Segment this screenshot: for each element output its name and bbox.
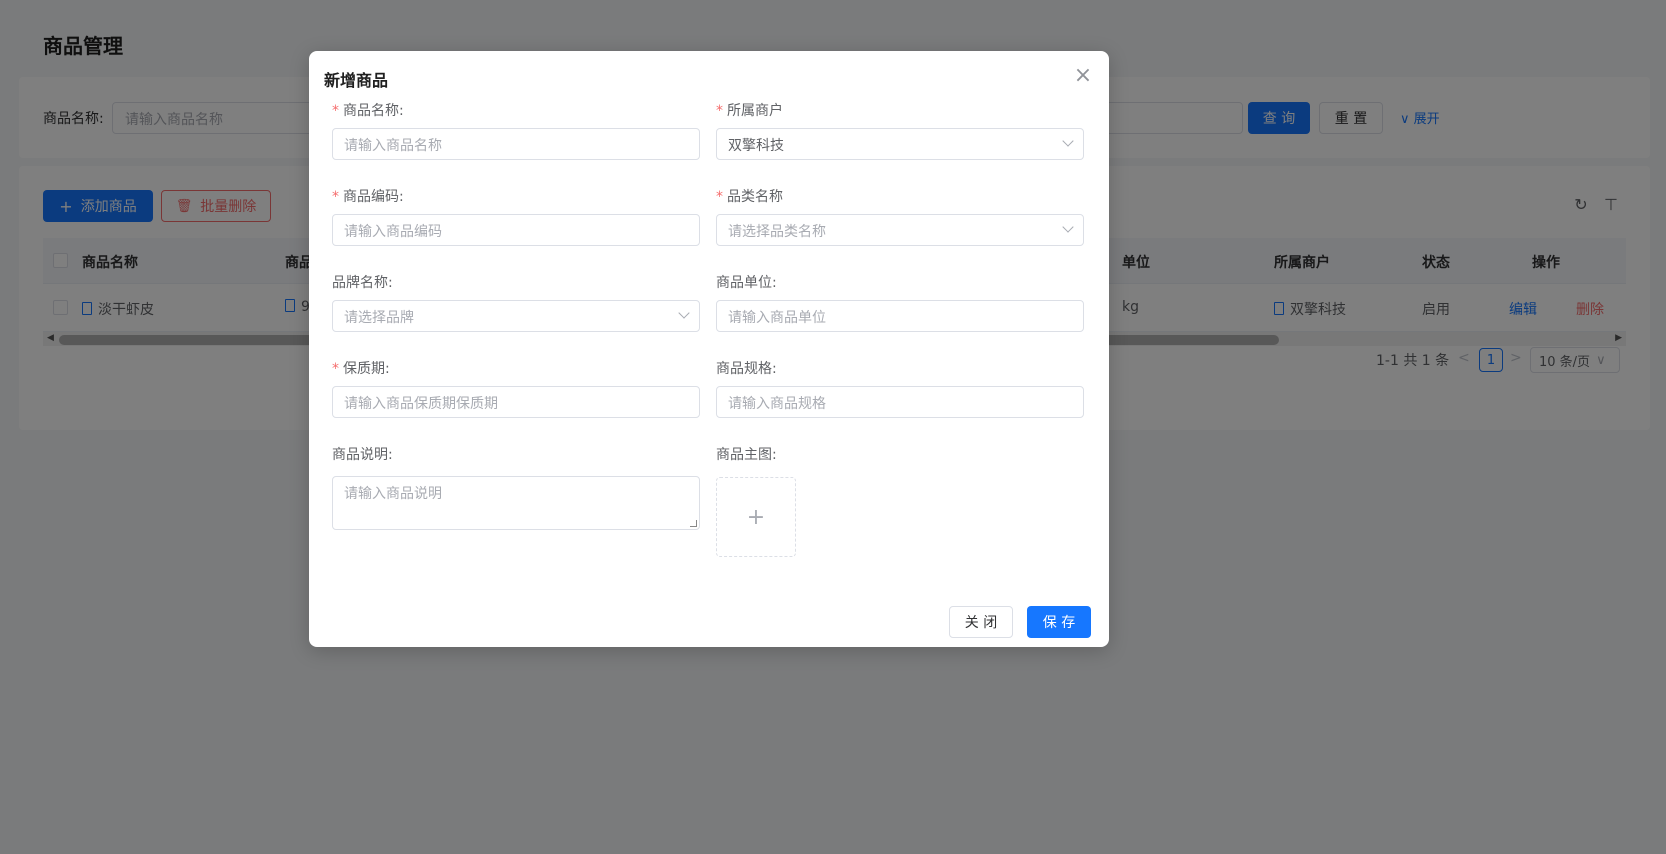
description-textarea[interactable]: 请输入商品说明 [332,476,700,530]
chevron-down-icon [1062,221,1074,233]
image-upload[interactable]: + [716,477,796,557]
label-product-name: * 商品名称: [332,103,404,119]
save-button[interactable]: 保 存 [1027,606,1091,638]
shelf-life-input[interactable]: 请输入商品保质期保质期 [332,386,700,418]
label-unit: 商品单位: [716,275,777,291]
product-code-input[interactable]: 请输入商品编码 [332,214,700,246]
dialog-title: 新增商品 [324,71,389,90]
label-product-code: * 商品编码: [332,189,404,205]
label-category: * 品类名称 [716,189,783,205]
category-select[interactable]: 请选择品类名称 [716,214,1084,246]
merchant-select[interactable]: 双擎科技 [716,128,1084,160]
label-spec: 商品规格: [716,361,777,377]
label-description: 商品说明: [332,447,393,463]
label-merchant: * 所属商户 [716,103,783,119]
add-product-dialog: 新增商品 × * 商品名称: 请输入商品名称 * 所属商户 双擎科技 * 商品编码: … [309,51,1109,647]
product-name-input[interactable]: 请输入商品名称 [332,128,700,160]
close-dialog-button[interactable]: 关 闭 [949,606,1013,638]
chevron-down-icon [1062,135,1074,147]
resize-handle-icon[interactable] [690,520,697,527]
plus-icon: + [746,504,766,530]
brand-select[interactable]: 请选择品牌 [332,300,700,332]
chevron-down-icon [678,307,690,319]
unit-input[interactable]: 请输入商品单位 [716,300,1084,332]
close-icon[interactable]: × [1073,65,1093,87]
label-brand: 品牌名称: [332,275,393,291]
label-shelf-life: * 保质期: [332,361,390,377]
label-main-image: 商品主图: [716,447,777,463]
spec-input[interactable]: 请输入商品规格 [716,386,1084,418]
